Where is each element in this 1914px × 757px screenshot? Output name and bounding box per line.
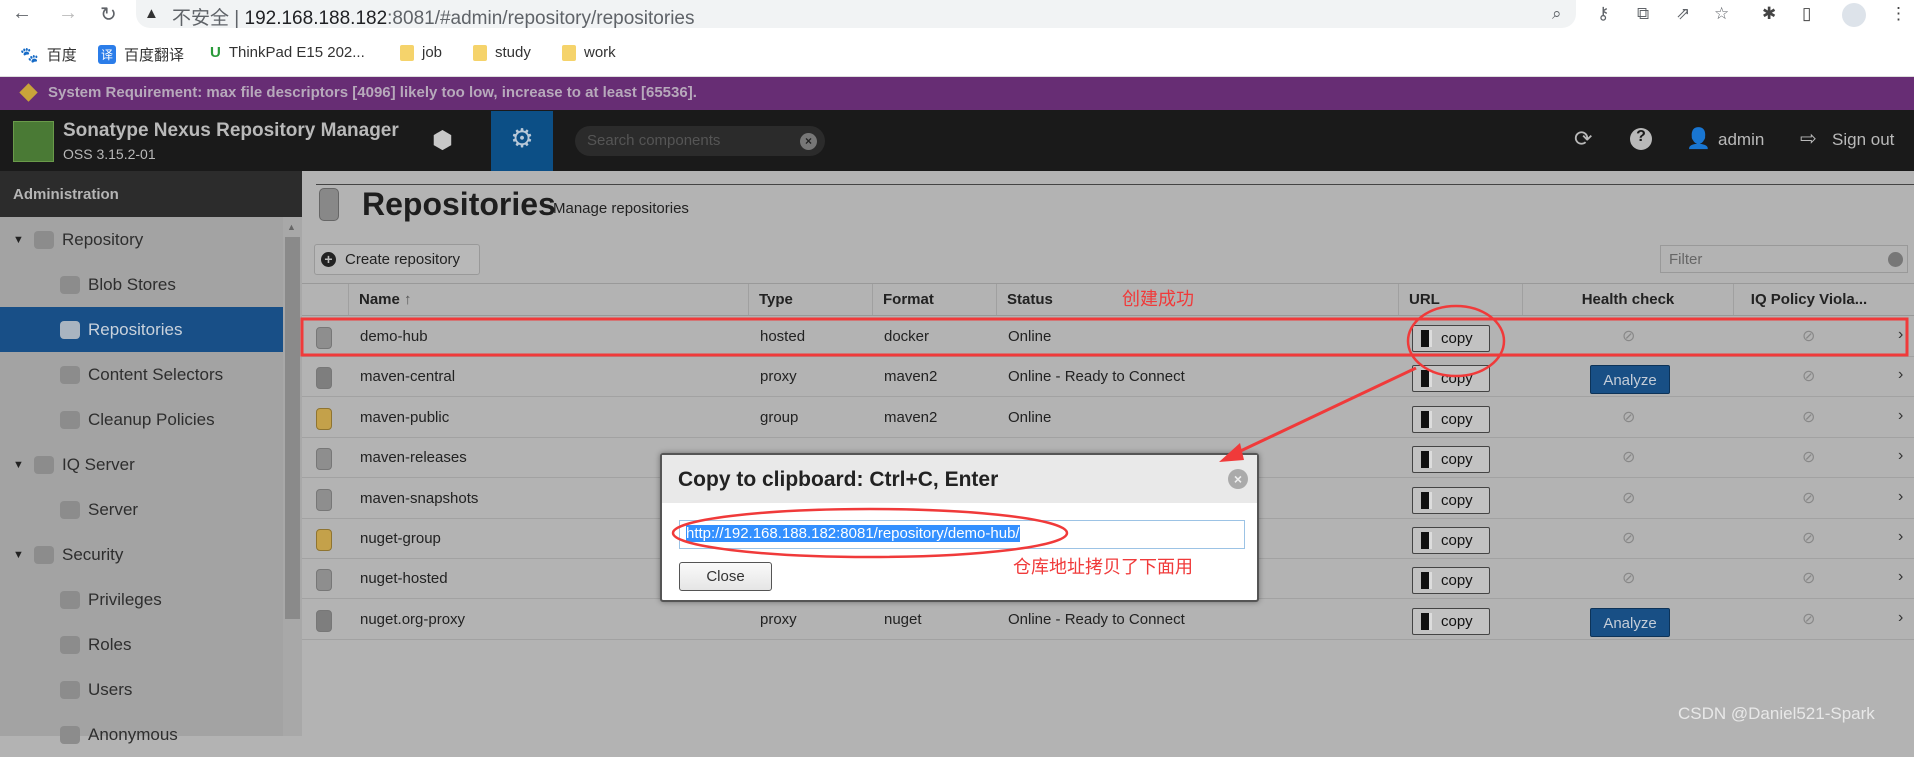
annotation-arrow (1231, 366, 1417, 457)
arrow-head (1219, 443, 1244, 462)
highlight-url-ellipse (671, 507, 1069, 559)
annotation-copied-note: 仓库地址拷贝了下面用 (1013, 557, 1193, 577)
annotation-created: 创建成功 (1122, 289, 1194, 309)
watermark: CSDN @Daniel521-Spark (1678, 704, 1875, 723)
highlight-row-box (300, 317, 1909, 357)
annotation-layer (300, 304, 1909, 559)
highlight-copy-circle (1406, 304, 1506, 378)
